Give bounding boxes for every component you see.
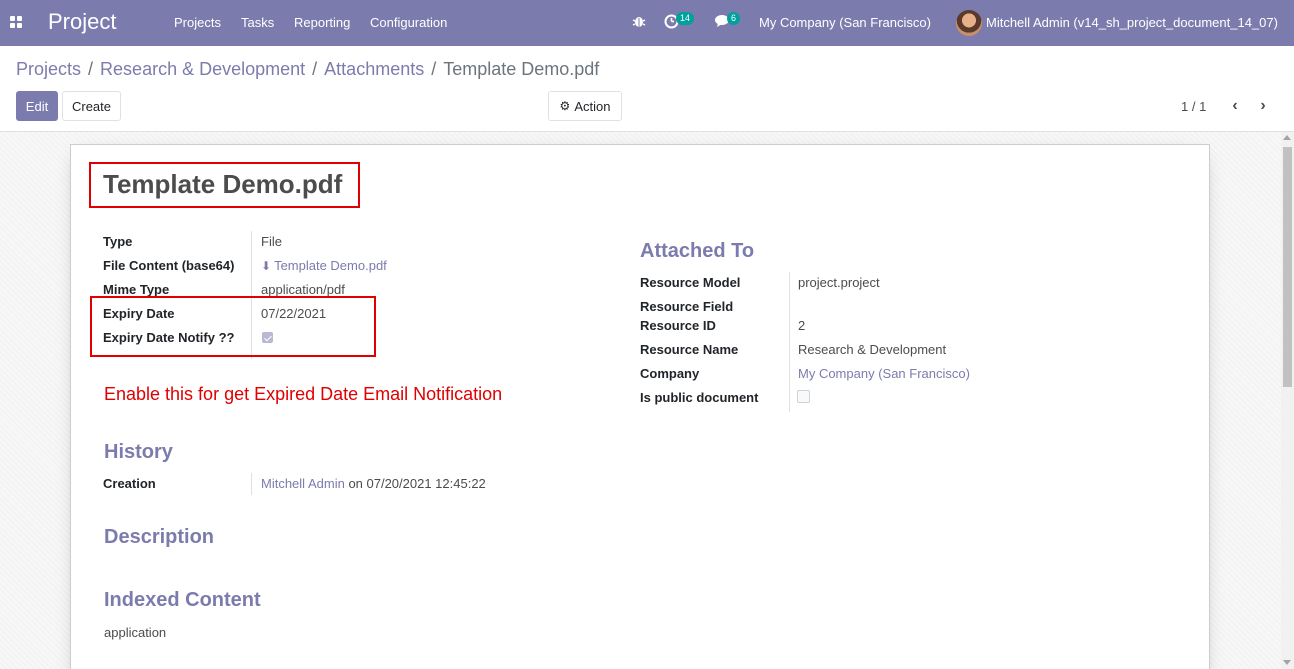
- breadcrumb-projects[interactable]: Projects: [16, 59, 81, 79]
- breadcrumb-separator: /: [312, 59, 318, 79]
- breadcrumb-current: Template Demo.pdf: [443, 59, 600, 79]
- breadcrumb-project[interactable]: Research & Development: [100, 59, 305, 79]
- is-public-label: Is public document: [640, 390, 759, 405]
- breadcrumb: Projects / Research & Development / Attachme…: [16, 59, 599, 80]
- indexed-content-value: application: [104, 625, 167, 640]
- menu-tasks[interactable]: Tasks: [241, 15, 274, 30]
- field-divider: [251, 473, 252, 495]
- pager-next-icon[interactable]: ›: [1255, 96, 1271, 116]
- scroll-down-arrow-icon[interactable]: [1283, 660, 1291, 665]
- resource-model-value: project.project: [798, 275, 880, 290]
- resource-model-label: Resource Model: [640, 275, 741, 290]
- file-download-link[interactable]: ⬇ Template Demo.pdf: [261, 258, 387, 273]
- user-avatar[interactable]: [956, 10, 982, 36]
- mime-type-value: application/pdf: [261, 282, 345, 297]
- company-label: Company: [640, 366, 700, 381]
- company-link[interactable]: My Company (San Francisco): [798, 366, 970, 381]
- menu-configuration[interactable]: Configuration: [370, 15, 447, 30]
- creation-value: Mitchell Admin on 07/20/2021 12:45:22: [261, 476, 486, 491]
- file-content-label: File Content (base64): [103, 258, 235, 273]
- type-label: Type: [103, 234, 133, 249]
- indexed-content-heading: Indexed Content: [104, 589, 261, 611]
- action-button[interactable]: ⚙ Action: [548, 91, 622, 121]
- scroll-up-arrow-icon[interactable]: [1283, 135, 1291, 140]
- creation-datetime: on 07/20/2021 12:45:22: [348, 476, 486, 491]
- annotation-note: Enable this for get Expired Date Email N…: [104, 384, 503, 404]
- is-public-checkbox[interactable]: [797, 390, 810, 403]
- user-menu[interactable]: Mitchell Admin (v14_sh_project_document_…: [986, 15, 1278, 30]
- activity-count-badge: 14: [676, 12, 695, 25]
- creation-user-link[interactable]: Mitchell Admin: [261, 476, 345, 491]
- bug-icon[interactable]: [632, 14, 646, 28]
- description-heading: Description: [104, 526, 215, 548]
- create-button[interactable]: Create: [62, 91, 121, 121]
- resource-id-value: 2: [798, 318, 806, 333]
- expiry-annotation-box: [90, 296, 376, 357]
- creation-label: Creation: [103, 476, 156, 491]
- history-heading: History: [104, 441, 173, 463]
- type-value: File: [261, 234, 282, 249]
- breadcrumb-attachments[interactable]: Attachments: [324, 59, 424, 79]
- gear-icon: ⚙: [559, 99, 571, 113]
- field-divider: [789, 272, 790, 412]
- apps-menu-icon[interactable]: [10, 16, 23, 29]
- resource-name-value: Research & Development: [798, 342, 947, 357]
- company-switcher[interactable]: My Company (San Francisco): [759, 15, 931, 30]
- pager-value[interactable]: 1 / 1: [1181, 99, 1206, 114]
- pager-previous-icon[interactable]: ‹: [1227, 96, 1243, 116]
- control-panel: Projects / Research & Development / Attachme…: [0, 46, 1294, 132]
- message-count-badge: 6: [727, 12, 741, 25]
- menu-projects[interactable]: Projects: [174, 15, 221, 30]
- record-title: Template Demo.pdf: [103, 169, 343, 199]
- breadcrumb-separator: /: [431, 59, 437, 79]
- attached-to-heading: Attached To: [640, 240, 755, 262]
- menu-reporting[interactable]: Reporting: [294, 15, 350, 30]
- resource-id-label: Resource ID: [640, 318, 716, 333]
- breadcrumb-separator: /: [88, 59, 94, 79]
- edit-button[interactable]: Edit: [16, 91, 58, 121]
- app-title: Project: [48, 9, 117, 34]
- scrollbar-thumb[interactable]: [1283, 147, 1292, 387]
- vertical-scrollbar[interactable]: [1281, 132, 1294, 669]
- action-label: Action: [574, 98, 611, 114]
- file-name: Template Demo.pdf: [274, 258, 387, 273]
- mime-type-label: Mime Type: [103, 282, 170, 297]
- top-navbar: Project Projects Tasks Reporting Configu…: [0, 0, 1294, 46]
- resource-name-label: Resource Name: [640, 342, 739, 357]
- resource-field-label: Resource Field: [640, 299, 734, 314]
- download-icon: ⬇: [261, 259, 272, 273]
